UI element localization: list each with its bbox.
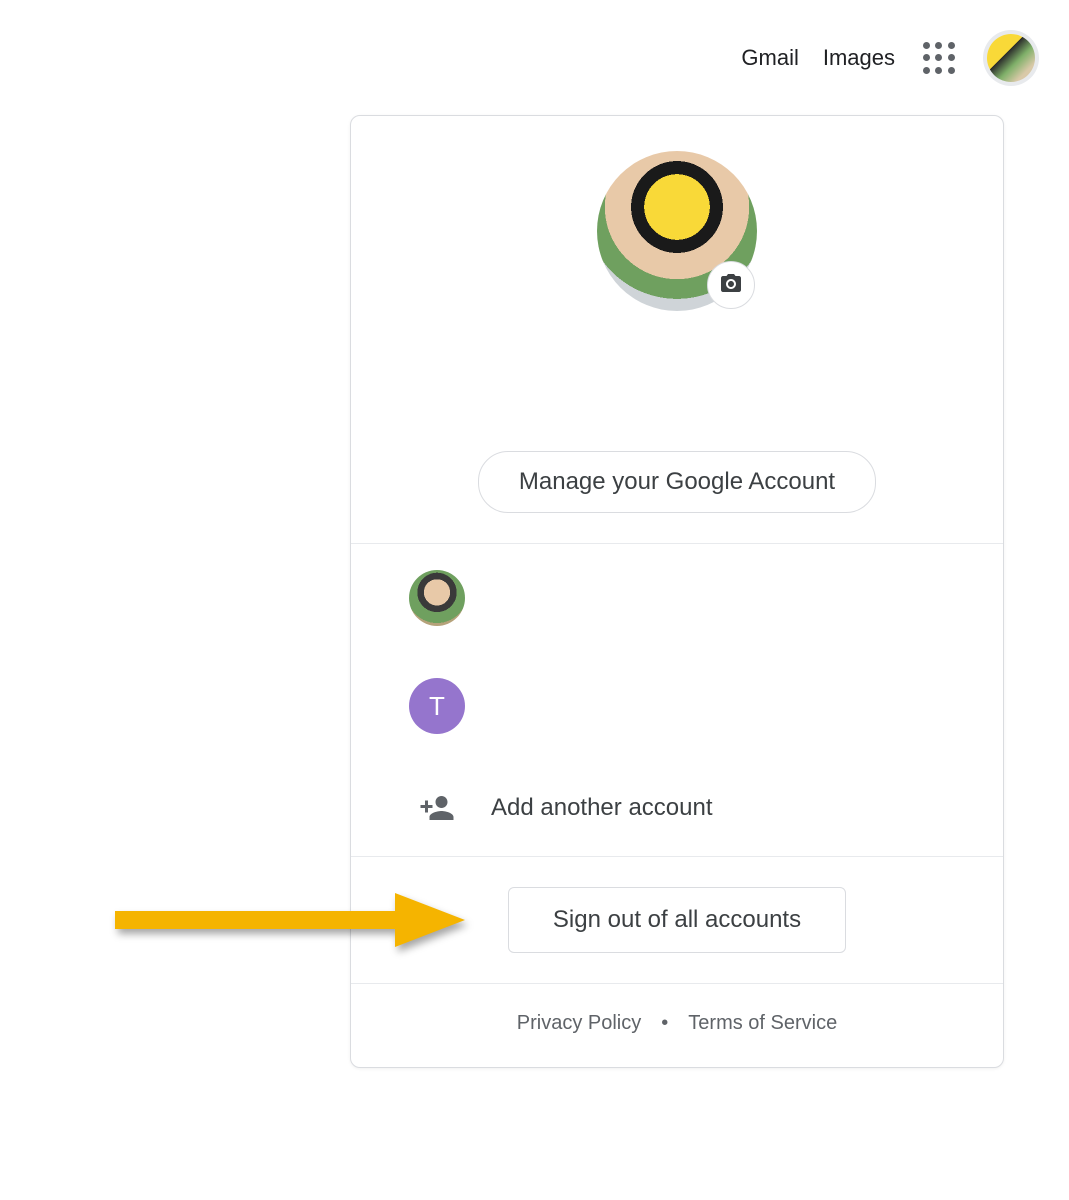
signout-section: Sign out of all accounts — [351, 857, 1003, 984]
current-account-section: Manage your Google Account — [351, 116, 1003, 544]
other-accounts-section: T Add another account — [351, 544, 1003, 857]
gmail-link[interactable]: Gmail — [741, 45, 798, 71]
account-row[interactable] — [351, 544, 1003, 652]
account-row[interactable]: T — [351, 652, 1003, 760]
change-photo-button[interactable] — [707, 261, 755, 309]
header-area: Gmail Images — [741, 30, 1039, 86]
camera-icon — [719, 271, 743, 300]
separator-dot: • — [661, 1012, 668, 1035]
add-account-button[interactable]: Add another account — [351, 760, 1003, 856]
manage-account-button[interactable]: Manage your Google Account — [478, 451, 876, 513]
google-apps-icon[interactable] — [919, 38, 959, 78]
avatar-image — [987, 34, 1035, 82]
account-avatar-initial: T — [409, 678, 465, 734]
account-avatar-button[interactable] — [983, 30, 1039, 86]
account-avatar — [409, 570, 465, 626]
panel-footer: Privacy Policy • Terms of Service — [351, 984, 1003, 1067]
terms-of-service-link[interactable]: Terms of Service — [688, 1012, 837, 1035]
account-panel: Manage your Google Account T Add another… — [350, 115, 1004, 1068]
signout-all-button[interactable]: Sign out of all accounts — [508, 887, 846, 953]
person-add-icon — [409, 790, 465, 826]
add-account-label: Add another account — [491, 794, 713, 822]
privacy-policy-link[interactable]: Privacy Policy — [517, 1012, 641, 1035]
images-link[interactable]: Images — [823, 45, 895, 71]
profile-avatar-wrap — [597, 151, 757, 311]
